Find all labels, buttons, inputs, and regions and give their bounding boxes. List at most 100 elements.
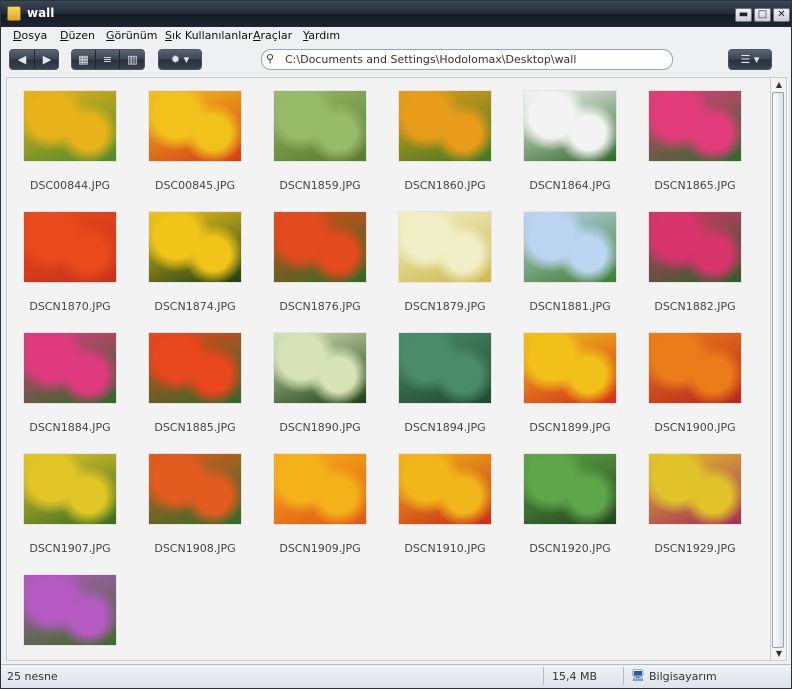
file-name: DSCN1885.JPG (154, 421, 236, 434)
view-list-button[interactable]: ≡ (96, 50, 120, 69)
image-thumbnail[interactable] (648, 332, 742, 404)
file-item[interactable]: DSCN1900.JPG (635, 320, 747, 434)
image-thumbnail[interactable] (148, 453, 242, 525)
menu-favorites[interactable]: Sık Kullanılanlar (165, 29, 253, 42)
options-menu-button[interactable]: ☰ ▾ (728, 49, 772, 70)
file-item[interactable]: DSCN1870.JPG (10, 199, 122, 313)
explorer-window: wall ▬ □ ✕ Dosya Düzen Görünüm Sık Kulla… (0, 0, 792, 689)
file-item[interactable]: DSCN1910.JPG (385, 441, 497, 555)
file-item[interactable]: DSCN1864.JPG (510, 78, 622, 192)
file-item[interactable] (10, 562, 122, 674)
image-thumbnail[interactable] (23, 453, 117, 525)
forward-arrow-icon: ▶ (42, 53, 52, 66)
address-path[interactable]: C:\Documents and Settings\Hodolomax\Desk… (285, 53, 576, 66)
file-item[interactable]: DSCN1879.JPG (385, 199, 497, 313)
file-item[interactable]: DSCN1874.JPG (135, 199, 247, 313)
file-item[interactable]: DSCN1890.JPG (260, 320, 372, 434)
status-bar: 25 nesne 15,4 MB 🖥 Bilgisayarım (1, 664, 791, 688)
title-bar[interactable]: wall ▬ □ ✕ (1, 1, 791, 27)
file-item[interactable]: DSC00844.JPG (10, 78, 122, 192)
file-item[interactable]: DSCN1865.JPG (635, 78, 747, 192)
vertical-scrollbar[interactable]: ▲ ▼ (771, 77, 787, 661)
folder-icon (7, 6, 21, 21)
minimize-button[interactable]: ▬ (735, 8, 752, 22)
file-item[interactable]: DSCN1881.JPG (510, 199, 622, 313)
file-name: DSCN1881.JPG (529, 300, 611, 313)
file-name: DSCN1920.JPG (529, 542, 611, 555)
image-thumbnail[interactable] (648, 211, 742, 283)
file-view[interactable]: DSC00844.JPG DSC00845.JPG DSCN1859.JPG DSCN… (6, 77, 771, 661)
file-name: DSCN1860.JPG (404, 179, 486, 192)
file-item[interactable]: DSCN1894.JPG (385, 320, 497, 434)
image-thumbnail[interactable] (148, 332, 242, 404)
file-item[interactable]: DSCN1882.JPG (635, 199, 747, 313)
image-thumbnail[interactable] (398, 453, 492, 525)
image-thumbnail[interactable] (398, 332, 492, 404)
image-thumbnail[interactable] (273, 211, 367, 283)
image-thumbnail[interactable] (398, 90, 492, 162)
back-arrow-icon: ◀ (17, 53, 27, 66)
scroll-down-icon[interactable]: ▼ (774, 649, 784, 659)
image-thumbnail[interactable] (523, 211, 617, 283)
columns-icon: ▥ (127, 53, 138, 66)
file-item[interactable]: DSCN1884.JPG (10, 320, 122, 434)
file-item[interactable]: DSCN1859.JPG (260, 78, 372, 192)
image-thumbnail[interactable] (648, 90, 742, 162)
forward-button[interactable]: ▶ (35, 50, 59, 69)
file-item[interactable]: DSCN1929.JPG (635, 441, 747, 555)
image-thumbnail[interactable] (648, 453, 742, 525)
file-item[interactable]: DSC00845.JPG (135, 78, 247, 192)
maximize-button[interactable]: □ (754, 8, 771, 22)
list-icon: ≡ (102, 53, 113, 66)
file-item[interactable]: DSCN1885.JPG (135, 320, 247, 434)
file-item[interactable]: DSCN1920.JPG (510, 441, 622, 555)
menu-icon: ☰ ▾ (740, 53, 760, 66)
search-icon: ⚲ (266, 52, 275, 65)
total-size: 15,4 MB (552, 670, 598, 683)
image-thumbnail[interactable] (23, 332, 117, 404)
file-name: DSCN1864.JPG (529, 179, 611, 192)
file-name: DSC00844.JPG (29, 179, 111, 192)
image-thumbnail[interactable] (23, 90, 117, 162)
menu-help[interactable]: Yardım (303, 29, 340, 42)
image-thumbnail[interactable] (23, 574, 117, 646)
item-count: 25 nesne (7, 670, 58, 683)
file-name: DSCN1894.JPG (404, 421, 486, 434)
image-thumbnail[interactable] (273, 332, 367, 404)
scroll-up-icon[interactable]: ▲ (774, 80, 784, 90)
image-thumbnail[interactable] (148, 90, 242, 162)
view-columns-button[interactable]: ▥ (120, 50, 145, 69)
image-thumbnail[interactable] (398, 211, 492, 283)
menu-file[interactable]: Dosya (13, 29, 47, 42)
file-item[interactable]: DSCN1907.JPG (10, 441, 122, 555)
view-buttons: ▦ ≡ ▥ (71, 49, 145, 70)
image-thumbnail[interactable] (273, 90, 367, 162)
image-thumbnail[interactable] (523, 453, 617, 525)
scroll-thumb[interactable] (772, 92, 784, 648)
file-item[interactable]: DSCN1876.JPG (260, 199, 372, 313)
menu-edit[interactable]: Düzen (60, 29, 95, 42)
menu-bar: Dosya Düzen Görünüm Sık Kullanılanlar Ar… (1, 27, 791, 45)
view-thumbnails-button[interactable]: ▦ (72, 50, 96, 69)
image-thumbnail[interactable] (523, 332, 617, 404)
file-name: DSCN1859.JPG (279, 179, 361, 192)
address-bar[interactable]: ⚲ C:\Documents and Settings\Hodolomax\De… (261, 49, 673, 70)
file-name: DSCN1929.JPG (654, 542, 736, 555)
close-button[interactable]: ✕ (773, 8, 790, 22)
menu-view[interactable]: Görünüm (106, 29, 157, 42)
menu-tools[interactable]: Araçlar (253, 29, 292, 42)
image-thumbnail[interactable] (273, 453, 367, 525)
file-name: DSCN1882.JPG (654, 300, 736, 313)
image-thumbnail[interactable] (23, 211, 117, 283)
status-divider (623, 667, 624, 685)
file-item[interactable]: DSCN1899.JPG (510, 320, 622, 434)
back-button[interactable]: ◀ (10, 50, 35, 69)
file-item[interactable]: DSCN1909.JPG (260, 441, 372, 555)
file-name: DSC00845.JPG (154, 179, 236, 192)
image-thumbnail[interactable] (523, 90, 617, 162)
file-name: DSCN1870.JPG (29, 300, 111, 313)
file-item[interactable]: DSCN1860.JPG (385, 78, 497, 192)
file-item[interactable]: DSCN1908.JPG (135, 441, 247, 555)
image-thumbnail[interactable] (148, 211, 242, 283)
settings-button[interactable]: ✹ ▾ (158, 49, 202, 70)
